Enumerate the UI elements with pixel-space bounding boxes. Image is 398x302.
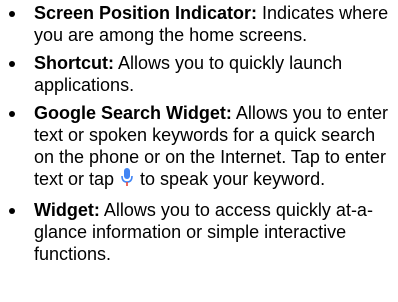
item-term: Screen Position Indicator: — [34, 3, 258, 23]
bullet-icon — [9, 111, 15, 117]
item-description-continued: to speak your keyword. — [135, 169, 326, 189]
list-item-widget: Widget: Allows you to access quickly at-… — [0, 199, 398, 265]
bullet-icon — [9, 61, 15, 67]
microphone-icon — [121, 168, 133, 193]
list-item-shortcut: Shortcut: Allows you to quickly launch a… — [0, 52, 398, 96]
bullet-list: Screen Position Indicator: Indicates whe… — [0, 0, 398, 271]
list-item-screen-position-indicator: Screen Position Indicator: Indicates whe… — [0, 2, 398, 46]
bullet-icon — [9, 208, 15, 214]
bullet-icon — [9, 11, 15, 17]
list-item-google-search-widget: Google Search Widget: Allows you to ente… — [0, 102, 398, 193]
item-term: Shortcut: — [34, 53, 114, 73]
item-term: Widget: — [34, 200, 100, 220]
item-term: Google Search Widget: — [34, 103, 232, 123]
